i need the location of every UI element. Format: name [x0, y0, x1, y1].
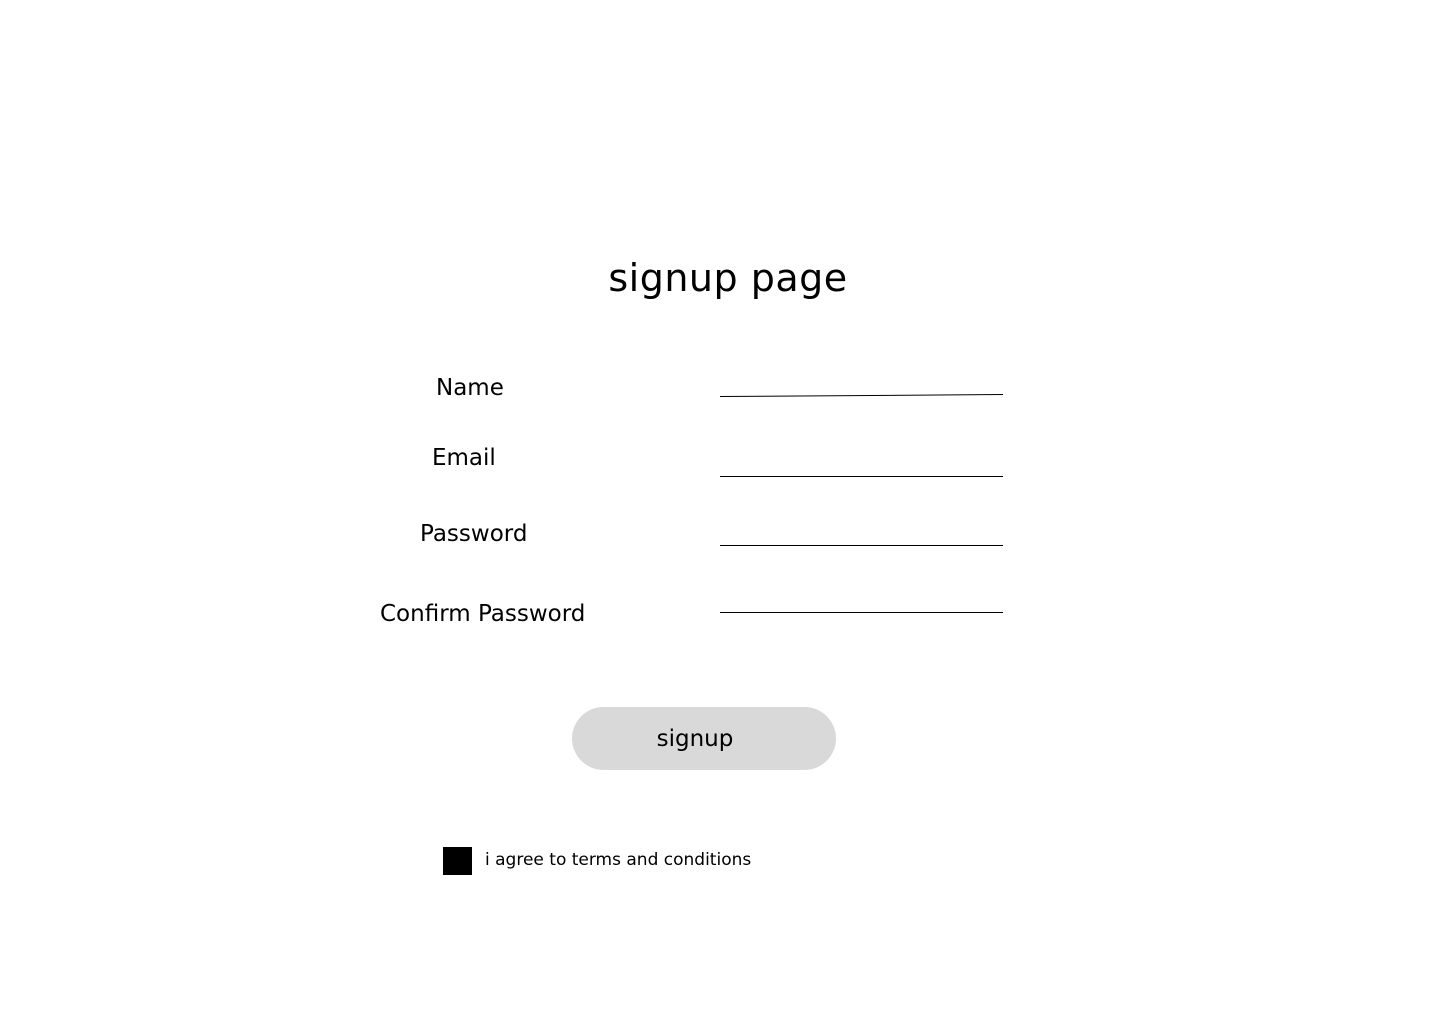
- terms-checkbox[interactable]: [443, 847, 472, 875]
- name-input[interactable]: [719, 370, 1003, 397]
- email-label: Email: [432, 445, 496, 471]
- terms-label: i agree to terms and conditions: [485, 850, 752, 870]
- email-input[interactable]: [720, 452, 1003, 477]
- password-input[interactable]: [720, 521, 1003, 546]
- confirm-password-input[interactable]: [720, 588, 1003, 613]
- confirm-password-label: Confirm Password: [380, 601, 586, 627]
- signup-page: signup page Name Email Password Confirm …: [0, 0, 1440, 1024]
- signup-button[interactable]: signup: [572, 707, 836, 770]
- name-label: Name: [436, 375, 504, 401]
- page-title: signup page: [608, 256, 848, 300]
- password-label: Password: [420, 521, 528, 547]
